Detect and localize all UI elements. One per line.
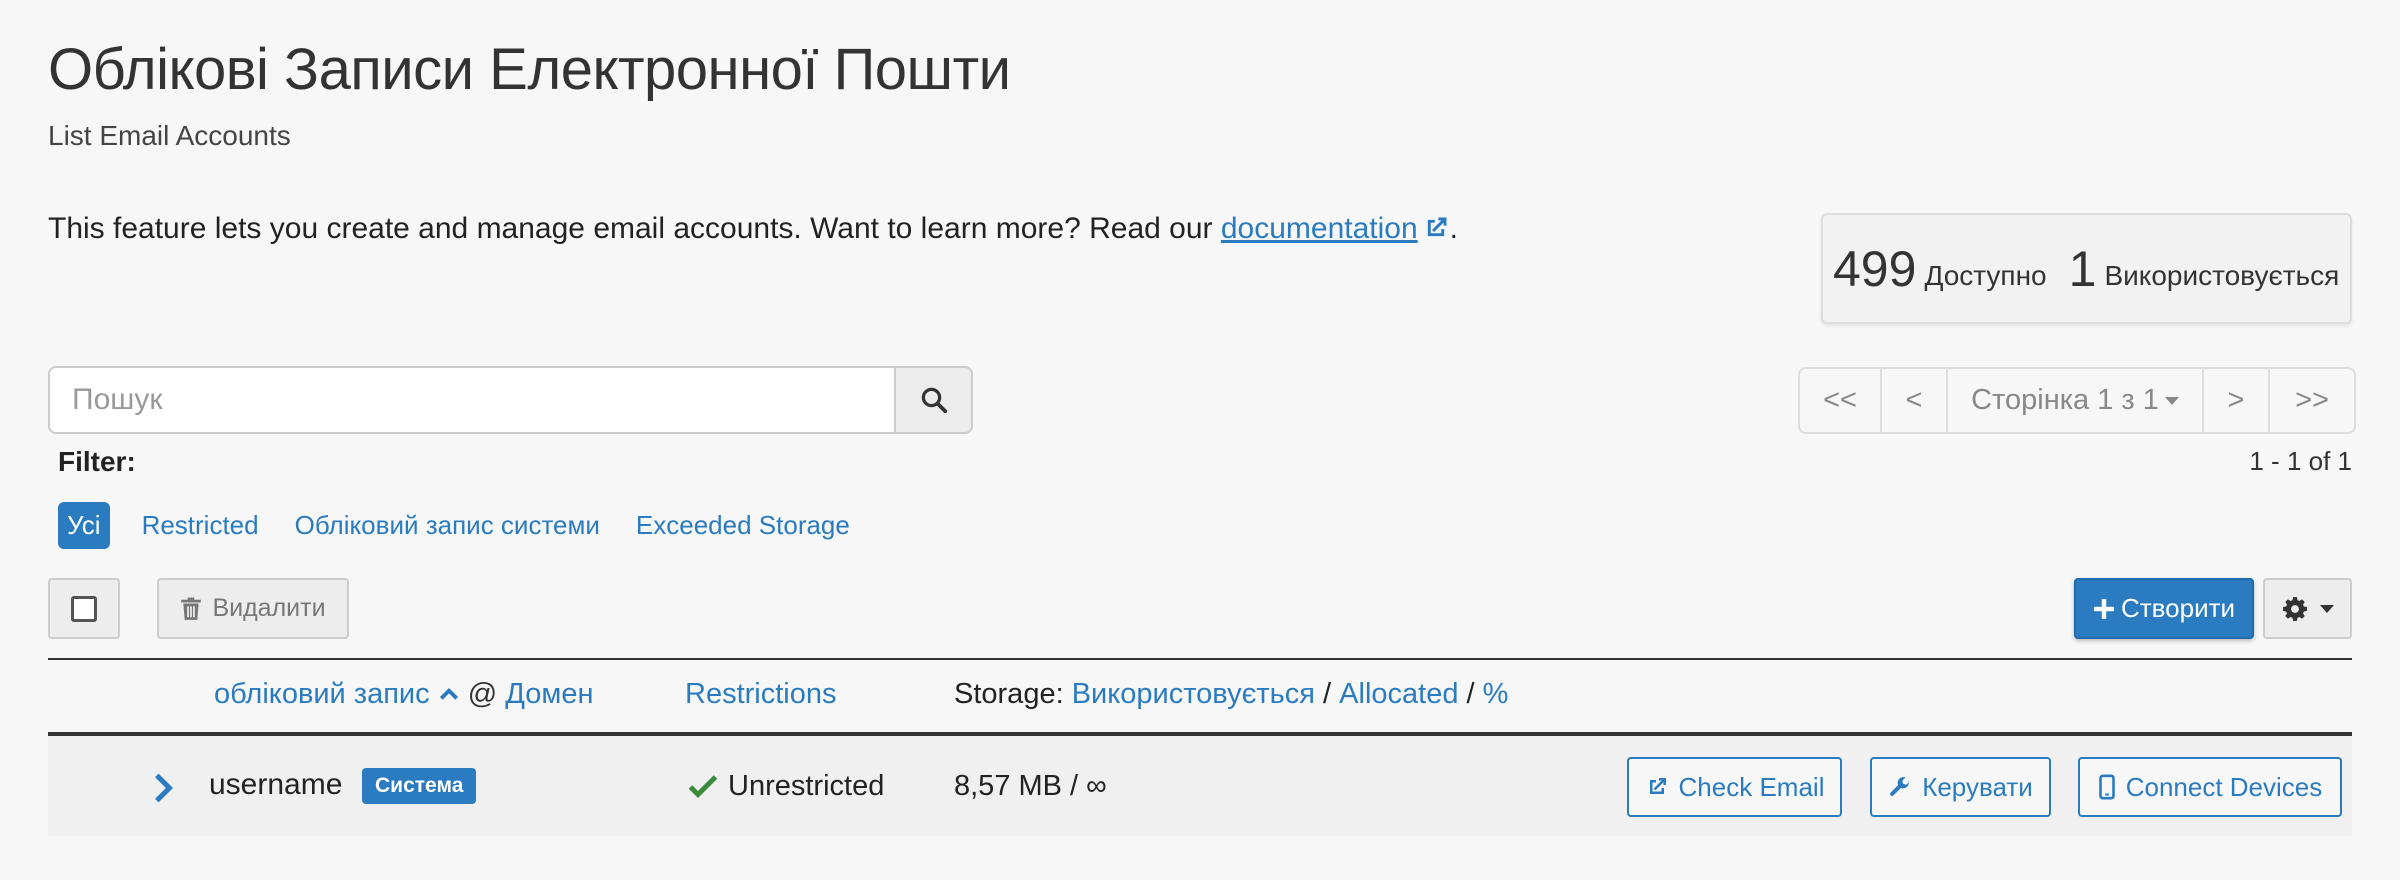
intro-sentence: This feature lets you create and manage … xyxy=(48,212,1213,245)
prev-page-button[interactable]: < xyxy=(1882,369,1948,432)
sort-account-header[interactable]: обліковий запис xyxy=(214,678,430,710)
sort-domain-header[interactable]: Домен xyxy=(505,678,593,710)
pagination: << < Сторінка 1 з 1 > >> xyxy=(1798,367,2356,434)
documentation-link[interactable]: documentation xyxy=(1221,212,1418,245)
restriction-label: Unrestricted xyxy=(728,770,885,802)
manage-button[interactable]: Керувати xyxy=(1870,757,2051,817)
delete-button[interactable]: Видалити xyxy=(157,578,349,639)
account-domain-header: обліковий запис @ Домен xyxy=(214,678,593,711)
results-range: 1 - 1 of 1 xyxy=(2249,446,2352,476)
plus-icon xyxy=(2094,598,2114,619)
intro-text: This feature lets you create and manage … xyxy=(48,212,1458,246)
search-icon xyxy=(921,387,947,414)
at-separator: @ xyxy=(467,678,498,710)
sort-storage-allocated[interactable]: Allocated xyxy=(1339,678,1458,710)
filter-label: Filter: xyxy=(58,446,136,477)
restrictions-header[interactable]: Restrictions xyxy=(685,678,837,711)
select-all-button[interactable] xyxy=(48,578,120,639)
account-username: username xyxy=(209,768,343,801)
settings-dropdown-button[interactable] xyxy=(2263,578,2352,639)
last-page-button[interactable]: >> xyxy=(2270,369,2354,432)
filter-restricted[interactable]: Restricted xyxy=(142,510,259,541)
delete-label: Видалити xyxy=(212,594,326,622)
next-page-button[interactable]: > xyxy=(2204,369,2270,432)
filter-options: Усі Restricted Обліковий запис системи E… xyxy=(58,502,850,549)
check-email-button[interactable]: Check Email xyxy=(1627,757,1842,817)
connect-devices-button[interactable]: Connect Devices xyxy=(2078,757,2342,817)
restriction-status: Unrestricted xyxy=(688,770,884,803)
search-group xyxy=(48,366,973,434)
external-link-icon xyxy=(1649,778,1666,794)
manage-label: Керувати xyxy=(1922,771,2033,802)
page-selector-label: Сторінка 1 з 1 xyxy=(1971,384,2159,416)
intro-period: . xyxy=(1449,212,1459,245)
checkmark-icon xyxy=(688,774,718,798)
select-all-checkbox[interactable] xyxy=(71,595,97,622)
check-email-label: Check Email xyxy=(1678,771,1825,802)
page-title: Облікові Записи Електронної Пошти xyxy=(48,37,1011,102)
storage-separator: / xyxy=(1466,678,1475,710)
trash-icon xyxy=(181,597,202,620)
sort-storage-percent[interactable]: % xyxy=(1483,678,1509,710)
caret-down-icon xyxy=(2319,604,2334,613)
used-count: 1 xyxy=(2068,240,2097,297)
storage-usage: 8,57 MB / ∞ xyxy=(954,770,1107,802)
storage-header: Storage: Використовується / Allocated / … xyxy=(954,678,1508,711)
connect-devices-label: Connect Devices xyxy=(2125,771,2323,802)
gear-icon xyxy=(2282,596,2307,621)
filter-all[interactable]: Усі xyxy=(58,502,110,549)
available-count: 499 xyxy=(1833,240,1917,297)
account-stats: 499 Доступно 1 Використовується xyxy=(1821,213,2352,324)
create-label: Створити xyxy=(2120,593,2236,623)
search-input[interactable] xyxy=(48,366,894,434)
expand-row-icon[interactable] xyxy=(150,770,178,806)
sort-storage-used[interactable]: Використовується xyxy=(1072,678,1315,710)
caret-down-icon xyxy=(2164,396,2179,405)
filter-system-account[interactable]: Обліковий запис системи xyxy=(295,510,600,541)
available-label: Доступно xyxy=(1924,259,2047,291)
storage-prefix: Storage: xyxy=(954,678,1064,710)
external-link-icon[interactable] xyxy=(1422,214,1450,242)
page-selector[interactable]: Сторінка 1 з 1 xyxy=(1948,369,2204,432)
filter-exceeded-storage[interactable]: Exceeded Storage xyxy=(636,510,850,541)
first-page-button[interactable]: << xyxy=(1800,369,1882,432)
create-button[interactable]: Створити xyxy=(2074,578,2254,639)
mobile-device-icon xyxy=(2098,774,2115,800)
search-button[interactable] xyxy=(894,366,973,434)
wrench-icon xyxy=(1890,777,1910,796)
storage-separator: / xyxy=(1323,678,1332,710)
system-badge: Система xyxy=(362,768,477,804)
table-top-border xyxy=(48,658,2352,660)
sort-ascending-icon[interactable] xyxy=(438,683,460,705)
used-label: Використовується xyxy=(2104,259,2340,291)
page-subtitle: List Email Accounts xyxy=(48,120,291,151)
